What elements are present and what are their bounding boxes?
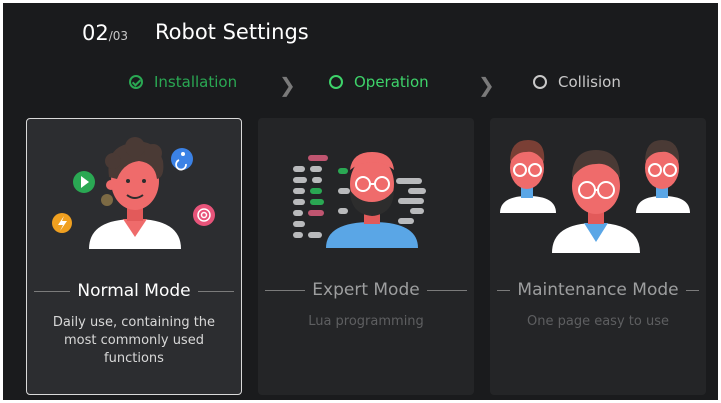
step-label: Collision [558, 73, 621, 91]
mode-title-row: Normal Mode [27, 279, 241, 303]
step-counter: 02/03 [82, 21, 128, 45]
page-title: Robot Settings [155, 20, 309, 44]
step-label: Installation [154, 73, 238, 91]
maintenance-mode-card[interactable]: Maintenance Mode One page easy to use [490, 118, 706, 395]
step-collision[interactable]: Collision [533, 73, 621, 91]
maintenance-team-illustration [500, 140, 690, 253]
mode-title: Maintenance Mode [517, 280, 679, 300]
gesture-icon [101, 194, 113, 206]
play-icon [73, 171, 95, 193]
robot-settings-screen: 02/03 Robot Settings Installation ❯ Oper… [3, 3, 718, 400]
mode-description: One page easy to use [527, 314, 669, 329]
right-person [636, 140, 690, 213]
circle-icon [329, 75, 343, 89]
mode-title: Expert Mode [312, 280, 420, 300]
mode-title-row: Maintenance Mode [490, 278, 706, 302]
mode-title: Normal Mode [77, 281, 191, 301]
divider [197, 290, 235, 292]
step-total: /03 [108, 29, 129, 43]
divider [426, 289, 467, 291]
lightning-icon [52, 213, 72, 233]
circle-icon [533, 75, 547, 89]
mode-description: Lua programming [308, 314, 424, 329]
normal-mode-card[interactable]: Normal Mode Daily use, containing the mo… [26, 118, 242, 395]
step-operation[interactable]: Operation [329, 73, 429, 91]
left-person [500, 140, 556, 213]
step-current: 02 [82, 21, 109, 45]
mode-description: Daily use, containing the most commonly … [52, 315, 216, 366]
chevron-right-icon: ❯ [478, 73, 495, 97]
step-installation[interactable]: Installation [129, 73, 237, 91]
fingerprint-icon [193, 204, 215, 226]
divider [497, 289, 511, 291]
expert-mode-card[interactable]: Expert Mode Lua programming [258, 118, 474, 395]
chevron-right-icon: ❯ [279, 73, 296, 97]
step-label: Operation [354, 73, 429, 91]
divider [685, 289, 700, 291]
check-circle-icon [129, 75, 143, 89]
normal-user-illustration [52, 137, 215, 249]
divider [34, 290, 71, 292]
expert-programmer-illustration [293, 152, 426, 248]
center-person [552, 150, 640, 253]
accessibility-icon [171, 148, 193, 171]
divider [265, 289, 306, 291]
mode-title-row: Expert Mode [258, 278, 474, 302]
step-progress: Installation ❯ Operation ❯ Collision [3, 73, 718, 97]
